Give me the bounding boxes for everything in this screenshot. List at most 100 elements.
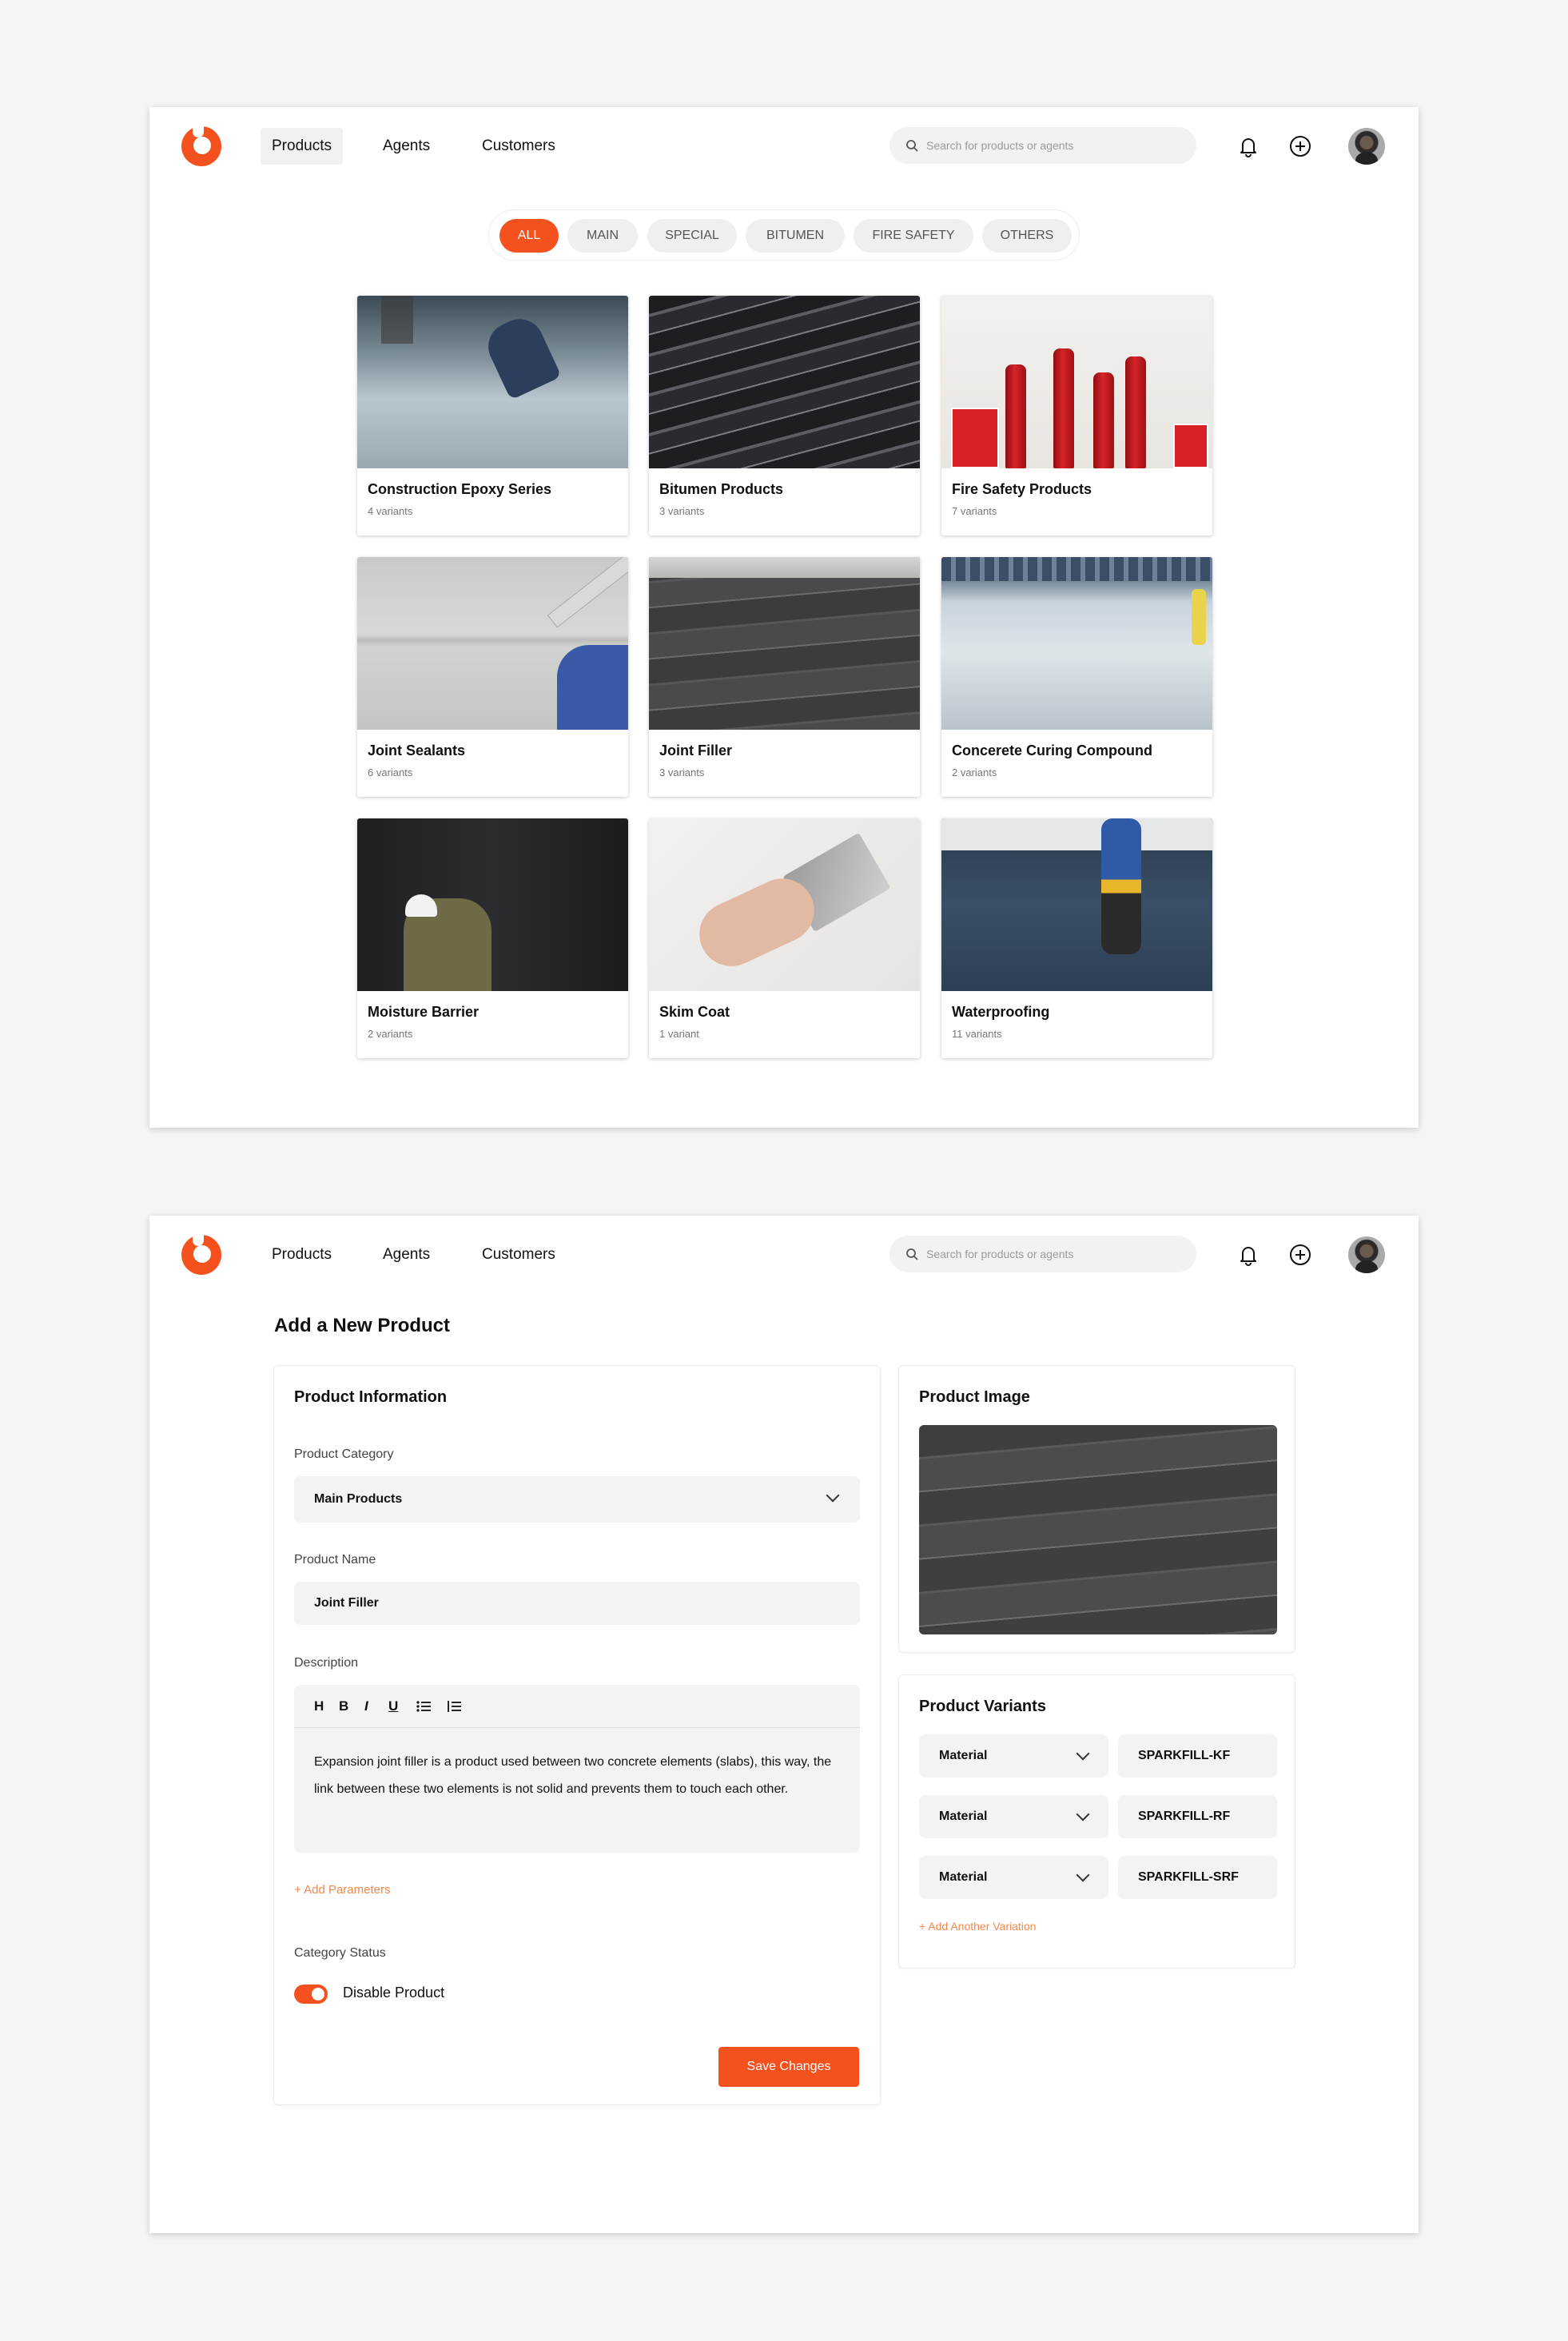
- product-title: Moisture Barrier: [368, 1004, 480, 1020]
- product-name-label: Product Name: [294, 1553, 376, 1567]
- product-card[interactable]: Concerete Curing Compound 2 variants: [941, 557, 1212, 797]
- nav-products[interactable]: Products: [261, 1236, 343, 1273]
- variant-code-field[interactable]: SPARKFILL-SRF: [1118, 1856, 1277, 1899]
- toggle-label: Disable Product: [343, 1985, 445, 2001]
- variant-type-value: Material: [939, 1870, 988, 1884]
- product-title: Construction Epoxy Series: [368, 481, 552, 497]
- category-select[interactable]: Main Products: [294, 1476, 860, 1523]
- italic-button[interactable]: I: [364, 1698, 368, 1714]
- variant-code-field[interactable]: SPARKFILL-RF: [1118, 1795, 1277, 1838]
- nav-agents[interactable]: Agents: [372, 1236, 441, 1273]
- category-value: Main Products: [314, 1492, 403, 1506]
- brand-logo[interactable]: [181, 1230, 221, 1275]
- add-variation-link[interactable]: + Add Another Variation: [919, 1920, 1036, 1933]
- add-circle-icon[interactable]: [1287, 133, 1314, 160]
- variant-code-value: SPARKFILL-SRF: [1138, 1870, 1239, 1884]
- product-name-value: Joint Filler: [314, 1596, 379, 1610]
- variant-type-select[interactable]: Material: [919, 1856, 1108, 1899]
- product-image-preview[interactable]: [919, 1425, 1277, 1634]
- filter-special[interactable]: SPECIAL: [647, 219, 737, 253]
- product-image: [649, 818, 920, 991]
- product-title: Waterproofing: [952, 1004, 1050, 1020]
- product-title: Bitumen Products: [659, 481, 784, 497]
- variant-code-value: SPARKFILL-RF: [1138, 1809, 1231, 1823]
- product-variant-count: 3 variants: [659, 766, 705, 778]
- product-card[interactable]: Joint Filler 3 variants: [649, 557, 920, 797]
- numbered-list-icon[interactable]: [446, 1699, 462, 1714]
- nav-products[interactable]: Products: [261, 128, 343, 165]
- product-variants-panel: Product Variants Material SPARKFILL-KF M…: [898, 1674, 1295, 1969]
- product-card[interactable]: Joint Sealants 6 variants: [357, 557, 628, 797]
- add-circle-icon[interactable]: [1287, 1241, 1314, 1268]
- nav-customers[interactable]: Customers: [471, 1236, 567, 1273]
- product-variant-count: 3 variants: [659, 505, 705, 517]
- description-editor[interactable]: H B I U Expansion joint filler is a prod…: [294, 1685, 860, 1853]
- category-filter-bar: ALL MAIN SPECIAL BITUMEN FIRE SAFETY OTH…: [488, 209, 1080, 261]
- product-card[interactable]: Waterproofing 11 variants: [941, 818, 1212, 1058]
- variant-code-field[interactable]: SPARKFILL-KF: [1118, 1734, 1277, 1778]
- bold-button[interactable]: B: [339, 1698, 348, 1714]
- product-image: [357, 818, 628, 991]
- disable-product-toggle[interactable]: [294, 1985, 328, 2004]
- filter-fire-safety[interactable]: FIRE SAFETY: [854, 219, 973, 253]
- variant-type-value: Material: [939, 1749, 988, 1762]
- chevron-down-icon: [1076, 1868, 1090, 1882]
- filter-main[interactable]: MAIN: [567, 219, 638, 253]
- top-nav: Products Agents Customers Search for pro…: [149, 1216, 1419, 1294]
- heading-button[interactable]: H: [314, 1698, 324, 1714]
- editor-toolbar: H B I U: [294, 1685, 860, 1728]
- avatar[interactable]: [1348, 128, 1385, 165]
- search-input[interactable]: Search for products or agents: [889, 1236, 1196, 1272]
- search-icon: [906, 1248, 918, 1260]
- filter-all[interactable]: ALL: [499, 219, 559, 253]
- product-card[interactable]: Bitumen Products 3 variants: [649, 296, 920, 535]
- product-information-panel: Product Information Product Category Mai…: [273, 1365, 881, 2105]
- bell-icon[interactable]: [1235, 133, 1262, 160]
- product-variant-count: 7 variants: [952, 505, 997, 517]
- chevron-down-icon: [1076, 1746, 1090, 1761]
- variant-type-select[interactable]: Material: [919, 1734, 1108, 1778]
- panel-title: Product Image: [919, 1388, 1030, 1406]
- search-input[interactable]: Search for products or agents: [889, 127, 1196, 164]
- bell-icon[interactable]: [1235, 1241, 1262, 1268]
- filter-others[interactable]: OTHERS: [982, 219, 1072, 253]
- product-card[interactable]: Fire Safety Products 7 variants: [941, 296, 1212, 535]
- product-variant-count: 11 variants: [952, 1028, 1002, 1040]
- product-title: Joint Sealants: [368, 743, 466, 758]
- product-name-field[interactable]: Joint Filler: [294, 1582, 860, 1625]
- filter-bitumen[interactable]: BITUMEN: [746, 219, 845, 253]
- bullet-list-icon[interactable]: [416, 1699, 432, 1714]
- chevron-down-icon: [1076, 1807, 1090, 1821]
- search-icon: [906, 140, 918, 152]
- nav-customers[interactable]: Customers: [471, 128, 567, 165]
- chevron-down-icon: [826, 1488, 840, 1503]
- product-title: Skim Coat: [659, 1004, 730, 1020]
- product-title: Joint Filler: [659, 743, 733, 758]
- search-placeholder: Search for products or agents: [926, 139, 1074, 152]
- variant-type-select[interactable]: Material: [919, 1795, 1108, 1838]
- add-parameters-link[interactable]: + Add Parameters: [294, 1883, 390, 1897]
- page-title: Add a New Product: [274, 1315, 451, 1336]
- underline-button[interactable]: U: [388, 1698, 398, 1714]
- products-page: Products Agents Customers Search for pro…: [149, 107, 1419, 1128]
- product-image: [649, 296, 920, 468]
- product-card[interactable]: Moisture Barrier 2 variants: [357, 818, 628, 1058]
- save-changes-button[interactable]: Save Changes: [718, 2047, 859, 2087]
- brand-logo[interactable]: [181, 121, 221, 166]
- top-nav: Products Agents Customers Search for pro…: [149, 107, 1419, 185]
- panel-title: Product Variants: [919, 1698, 1046, 1715]
- add-product-page: Products Agents Customers Search for pro…: [149, 1216, 1419, 2233]
- avatar[interactable]: [1348, 1236, 1385, 1273]
- product-variant-count: 2 variants: [368, 1028, 413, 1040]
- product-card[interactable]: Construction Epoxy Series 4 variants: [357, 296, 628, 535]
- category-status-label: Category Status: [294, 1946, 386, 1960]
- product-variant-count: 1 variant: [659, 1028, 699, 1040]
- product-variant-count: 2 variants: [952, 766, 997, 778]
- variant-type-value: Material: [939, 1809, 988, 1823]
- product-image: [941, 557, 1212, 730]
- nav-agents[interactable]: Agents: [372, 128, 441, 165]
- product-card[interactable]: Skim Coat 1 variant: [649, 818, 920, 1058]
- search-placeholder: Search for products or agents: [926, 1248, 1074, 1260]
- product-image: [357, 557, 628, 730]
- description-label: Description: [294, 1656, 359, 1670]
